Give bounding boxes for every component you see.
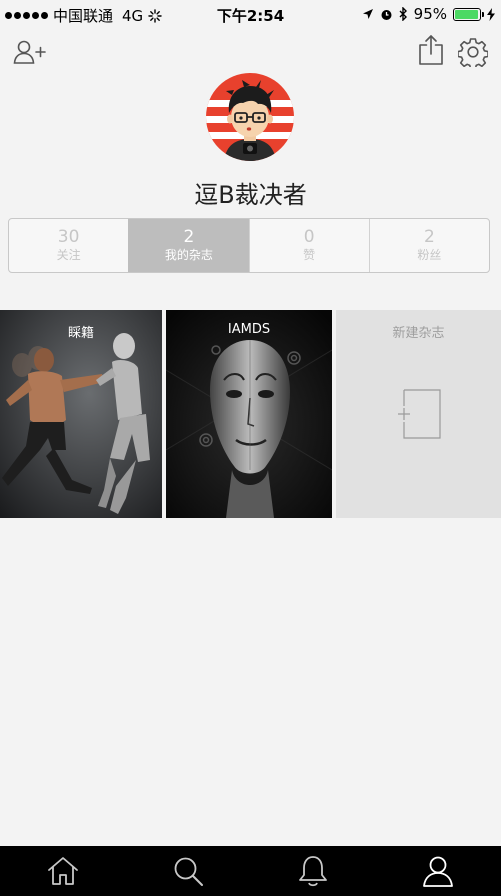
new-magazine-card[interactable]: 新建杂志 xyxy=(336,310,501,518)
tab-profile[interactable] xyxy=(413,846,463,896)
magazine-cover-image xyxy=(0,310,162,518)
location-arrow-icon xyxy=(362,9,373,19)
avatar-cartoon-image xyxy=(206,73,294,161)
stat-value: 0 xyxy=(303,227,315,247)
tab-notifications[interactable] xyxy=(288,846,338,896)
magazine-card-2[interactable]: IAMDS xyxy=(166,310,332,518)
stats-bar: 30 关注 2 我的杂志 0 赞 2 粉丝 xyxy=(8,218,490,273)
settings-button[interactable] xyxy=(458,37,488,67)
home-icon xyxy=(47,857,78,885)
tab-search[interactable] xyxy=(163,846,213,896)
stat-my-magazines[interactable]: 2 我的杂志 xyxy=(128,219,249,272)
new-magazine-label: 新建杂志 xyxy=(392,326,445,341)
magazine-title: IAMDS xyxy=(227,322,271,337)
stat-value: 2 xyxy=(183,227,195,247)
person-icon xyxy=(423,856,454,887)
add-magazine-icon xyxy=(398,389,441,439)
battery-level-fill xyxy=(455,9,478,19)
stat-label: 赞 xyxy=(303,248,316,262)
battery-icon xyxy=(453,7,484,21)
charging-bolt-icon xyxy=(487,7,495,21)
username: 逗B裁决者 xyxy=(194,181,307,209)
share-button[interactable] xyxy=(418,34,444,66)
status-right: 95% xyxy=(362,5,495,23)
magazine-cover-image xyxy=(166,310,332,518)
search-icon xyxy=(174,857,203,886)
stat-label: 我的杂志 xyxy=(164,248,213,262)
stat-label: 关注 xyxy=(56,248,81,262)
add-friend-button[interactable] xyxy=(13,38,47,66)
stat-label: 粉丝 xyxy=(417,248,442,262)
bluetooth-icon xyxy=(399,7,407,21)
tab-bar xyxy=(0,846,501,896)
status-bar: 中国联通 4G 下午2:54 95% xyxy=(0,0,501,28)
tab-home[interactable] xyxy=(38,846,88,896)
stat-fans[interactable]: 2 粉丝 xyxy=(368,219,489,272)
stat-likes[interactable]: 0 赞 xyxy=(248,219,369,272)
bell-icon xyxy=(299,856,328,887)
magazine-title: 睬籍 xyxy=(67,326,94,341)
stat-value: 2 xyxy=(423,227,435,247)
avatar[interactable] xyxy=(206,73,294,161)
battery-percent: 95% xyxy=(413,5,447,23)
magazine-card-1[interactable]: 睬籍 xyxy=(0,310,162,518)
stat-value: 30 xyxy=(57,227,80,247)
stat-following[interactable]: 30 关注 xyxy=(9,219,128,272)
alarm-icon xyxy=(381,9,392,20)
